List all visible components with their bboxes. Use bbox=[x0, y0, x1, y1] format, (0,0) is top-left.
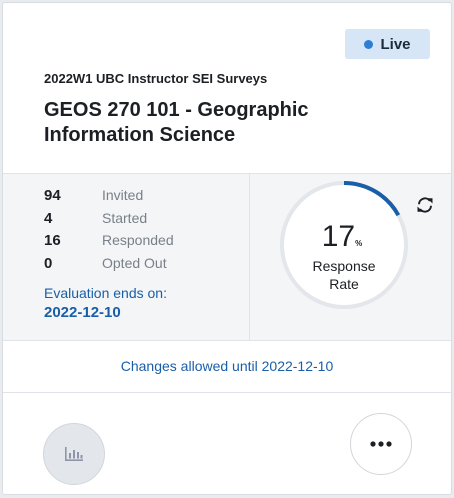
status-dot bbox=[364, 39, 374, 49]
rate-unit: % bbox=[355, 239, 363, 248]
stat-value: 0 bbox=[44, 254, 53, 272]
stat-label: Responded bbox=[102, 232, 174, 248]
view-results-button[interactable] bbox=[43, 423, 105, 485]
stat-value: 94 bbox=[44, 186, 61, 204]
stat-row-started: 4 Started bbox=[44, 207, 147, 229]
bar-chart-icon bbox=[65, 447, 83, 461]
response-rate-caption: Response Rate bbox=[279, 257, 409, 293]
stat-value: 4 bbox=[44, 209, 53, 227]
response-rate-text: 17% Response Rate bbox=[279, 180, 409, 310]
more-options-button[interactable] bbox=[350, 413, 412, 475]
stat-label: Opted Out bbox=[102, 255, 167, 271]
refresh-icon[interactable] bbox=[416, 196, 434, 214]
card-header: Live 2022W1 UBC Instructor SEI Surveys G… bbox=[3, 3, 451, 173]
survey-name: 2022W1 UBC Instructor SEI Surveys bbox=[44, 71, 268, 86]
course-title: GEOS 270 101 - Geographic Information Sc… bbox=[44, 99, 309, 146]
stat-row-opted-out: 0 Opted Out bbox=[44, 252, 167, 274]
stat-label: Started bbox=[102, 210, 148, 226]
caption-line-2: Rate bbox=[329, 276, 359, 292]
caption-line-1: Response bbox=[312, 258, 376, 274]
changes-allowed-link[interactable]: Changes allowed until 2022-12-10 bbox=[3, 340, 451, 393]
more-options-icon bbox=[370, 441, 392, 447]
survey-card: Live 2022W1 UBC Instructor SEI Surveys G… bbox=[2, 2, 452, 495]
response-rate-value: 17% bbox=[279, 220, 405, 254]
stat-label: Invited bbox=[102, 187, 144, 203]
stats-divider bbox=[249, 174, 250, 340]
status-label: Live bbox=[380, 35, 411, 53]
stats-list: 94 Invited 4 Started 16 Responded 0 Opte… bbox=[3, 174, 249, 340]
status-badge: Live bbox=[345, 29, 430, 59]
stat-row-invited: 94 Invited bbox=[44, 184, 143, 206]
evaluation-date: 2022-12-10 bbox=[44, 304, 121, 321]
stat-row-responded: 16 Responded bbox=[44, 229, 174, 251]
stat-value: 16 bbox=[44, 231, 61, 249]
evaluation-label: Evaluation ends on: bbox=[44, 285, 167, 301]
rate-number: 17 bbox=[321, 220, 356, 253]
